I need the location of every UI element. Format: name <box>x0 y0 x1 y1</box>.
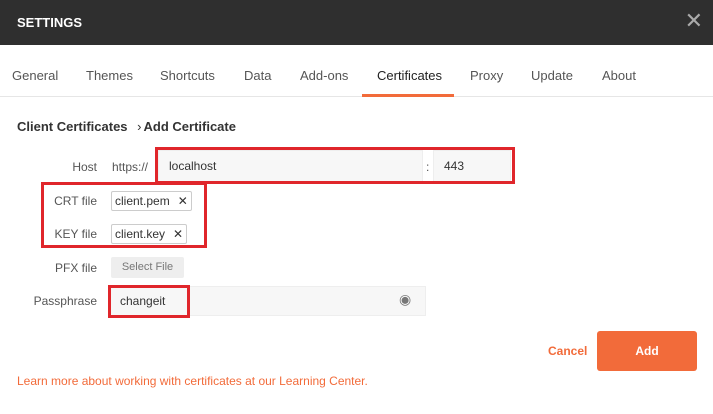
breadcrumb-current: Add Certificate <box>143 119 236 134</box>
cancel-button[interactable]: Cancel <box>548 344 587 358</box>
select-file-button[interactable]: Select File <box>111 257 184 278</box>
active-tab-indicator <box>362 94 454 97</box>
tab-certificates[interactable]: Certificates <box>377 68 442 83</box>
breadcrumb-parent[interactable]: Client Certificates <box>17 119 128 134</box>
tab-bar: General Themes Shortcuts Data Add-ons Ce… <box>0 45 713 97</box>
breadcrumb: Client Certificates › Add Certificate <box>17 119 236 134</box>
chevron-right-icon: › <box>137 119 142 134</box>
add-button[interactable]: Add <box>597 331 697 371</box>
learn-more-link[interactable]: Learn more about working with certificat… <box>17 374 368 388</box>
host-label: Host <box>72 160 97 174</box>
tab-proxy[interactable]: Proxy <box>470 68 503 83</box>
tab-update[interactable]: Update <box>531 68 573 83</box>
tab-data[interactable]: Data <box>244 68 271 83</box>
tab-general[interactable]: General <box>12 68 58 83</box>
host-highlight <box>155 147 515 184</box>
eye-icon[interactable]: ◉ <box>399 291 411 308</box>
close-icon[interactable]: ✕ <box>685 8 703 34</box>
files-highlight <box>41 182 207 248</box>
tab-add-ons[interactable]: Add-ons <box>300 68 348 83</box>
tab-themes[interactable]: Themes <box>86 68 133 83</box>
tab-about[interactable]: About <box>602 68 636 83</box>
header: SETTINGS ✕ <box>0 0 713 45</box>
passphrase-label: Passphrase <box>33 294 97 308</box>
host-prefix: https:// <box>112 160 149 174</box>
pfx-file-label: PFX file <box>54 261 97 275</box>
dialog-title: SETTINGS <box>17 15 83 30</box>
tab-shortcuts[interactable]: Shortcuts <box>160 68 215 83</box>
passphrase-highlight <box>108 285 190 318</box>
